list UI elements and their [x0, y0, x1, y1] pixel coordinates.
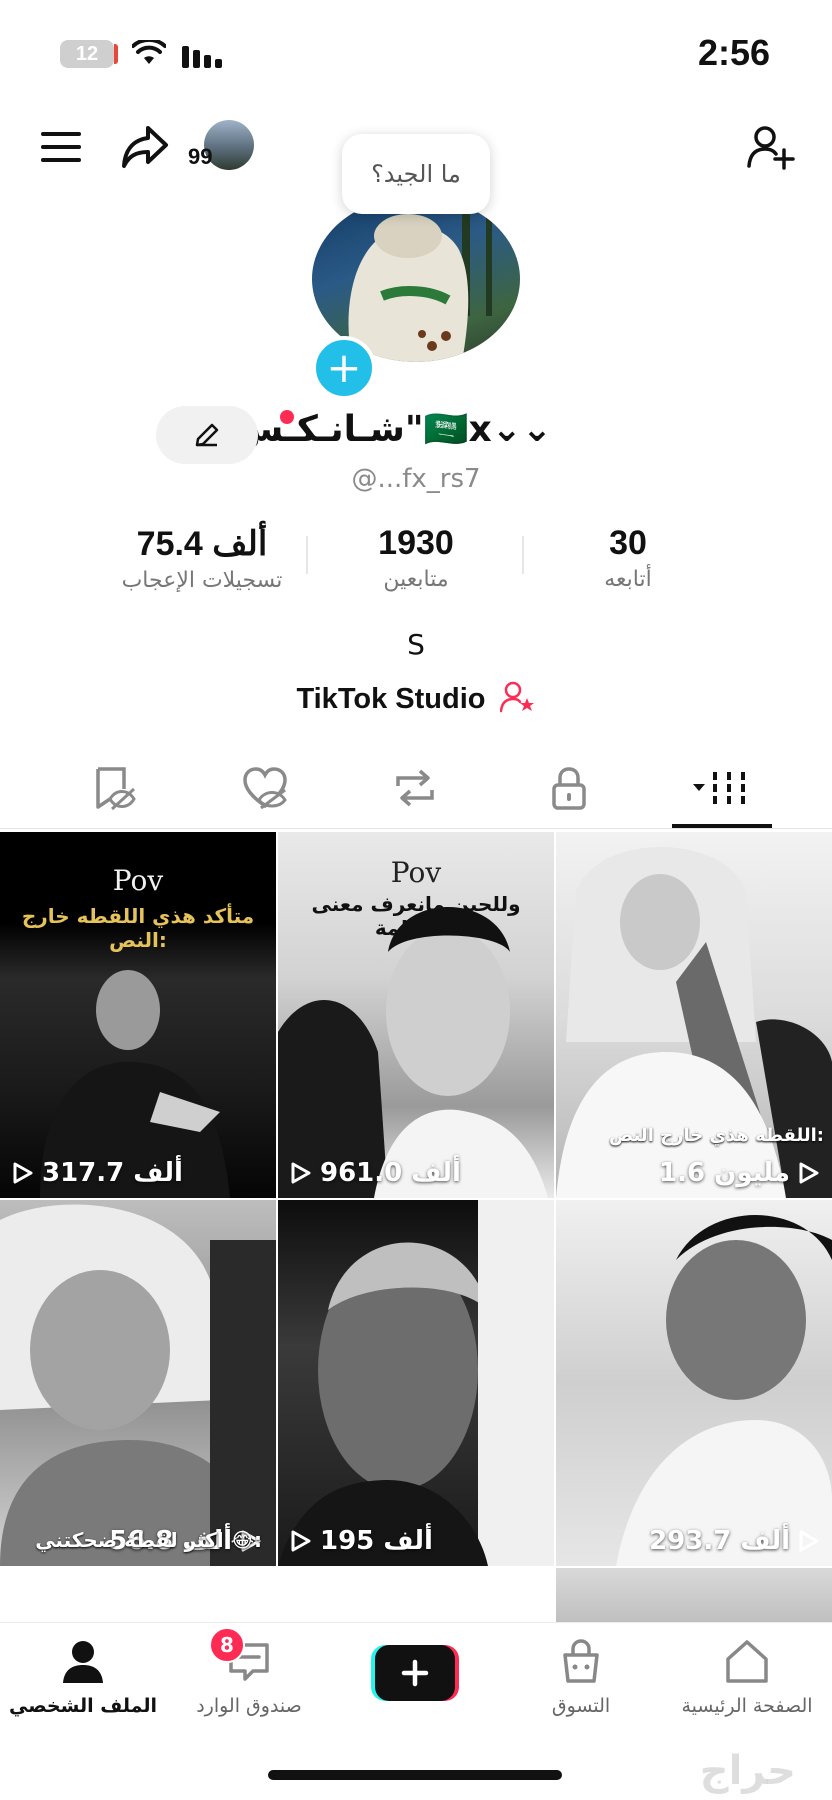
pencil-icon [195, 423, 219, 447]
video-caption-title: Pov [390, 856, 442, 889]
video-view-count: 195 ألف [290, 1526, 433, 1556]
hamburger-icon [41, 132, 81, 162]
stat-value: 75.4 ألف [136, 525, 268, 563]
watermark-logo: حراج [699, 1748, 796, 1794]
tiktok-studio-link[interactable]: TikTok Studio [0, 680, 832, 716]
add-user-icon [747, 126, 795, 170]
shopping-bag-icon [563, 1639, 599, 1683]
view-count-label: 317.7 ألف [42, 1158, 183, 1188]
home-indicator [268, 1770, 562, 1780]
video-thumbnail [616, 1215, 832, 1566]
video-tile[interactable]: 293.7 ألف [556, 1200, 832, 1566]
tab-favorites[interactable] [220, 758, 310, 818]
status-time: 2:56 [697, 32, 770, 73]
stat-value: 1930 [378, 524, 454, 562]
video-tile[interactable]: 56.8 ألف اكثر لقطة ضحكتني 😂: [0, 1200, 276, 1566]
nav-label: الصفحة الرئيسية [681, 1695, 813, 1717]
story-count: 99 [188, 144, 213, 169]
tab-private[interactable] [524, 758, 614, 818]
video-caption: اللقطه هذي خارج النص: [609, 1125, 824, 1146]
tabs-divider [0, 828, 832, 829]
battery-icon: 12 [60, 40, 114, 68]
add-story-button[interactable]: + [312, 336, 376, 400]
view-count-label: 961.0 ألف [320, 1158, 461, 1188]
battery-level: 12 [75, 42, 99, 65]
bottom-nav: الملف الشخصي 8 صندوق الوارد التسوق الصفح… [0, 1622, 832, 1763]
grid-icon [693, 772, 745, 804]
video-tile[interactable]: Pov متأكد هذي اللقطه خارج النص: 317.7 أل… [0, 832, 276, 1198]
view-count-label: 195 ألف [320, 1526, 433, 1556]
profile-handle: @...fx_rs7 [351, 464, 481, 494]
video-view-count: 1.6 مليون [659, 1158, 820, 1188]
nav-shop[interactable]: التسوق [498, 1637, 664, 1717]
person-icon [63, 1641, 103, 1683]
wifi-icon [131, 37, 167, 70]
play-icon [799, 1162, 819, 1184]
video-tile[interactable]: 195 ألف [278, 1200, 554, 1566]
tab-liked-hidden[interactable] [68, 758, 158, 818]
play-icon [291, 1162, 311, 1184]
video-view-count: 317.7 ألف [12, 1158, 183, 1188]
video-tile[interactable]: اللقطه هذي خارج النص: 1.6 مليون [556, 832, 832, 1198]
menu-button[interactable] [36, 124, 86, 170]
nav-profile[interactable]: الملف الشخصي [0, 1637, 166, 1717]
plus-icon [401, 1659, 429, 1687]
tab-reposts[interactable] [370, 758, 460, 818]
video-caption: وللحين مانعرف معنى هالكلمة: [311, 892, 521, 940]
stat-likes[interactable]: 75.4 ألف تسجيلات الإعجاب [82, 524, 322, 593]
nav-label: الملف الشخصي [8, 1695, 157, 1717]
play-icon [13, 1162, 33, 1184]
add-friend-button[interactable] [744, 120, 798, 174]
view-count-label: 293.7 ألف [649, 1526, 790, 1556]
heart-slash-icon [243, 767, 287, 810]
video-view-count: 961.0 ألف [290, 1158, 461, 1188]
battery-tip [114, 44, 118, 64]
nav-label: صندوق الوارد [196, 1695, 302, 1717]
home-icon [726, 1640, 768, 1683]
studio-label: TikTok Studio [296, 683, 486, 715]
eye-slash-icon [96, 767, 136, 811]
plus-icon: + [326, 343, 362, 392]
inbox-badge: 8 [209, 1627, 245, 1663]
stat-value: 30 [609, 524, 647, 562]
edit-profile-button[interactable] [156, 406, 258, 464]
video-view-count: 293.7 ألف [649, 1526, 820, 1556]
video-caption: متأكد هذي اللقطه خارج النص: [21, 904, 255, 952]
video-thumbnail [278, 1200, 554, 1566]
video-caption-title: Pov [112, 864, 164, 897]
video-caption: اكثر لقطة ضحكتني 😂: [35, 1528, 262, 1552]
nav-inbox[interactable]: 8 صندوق الوارد [166, 1627, 332, 1717]
stat-followers[interactable]: 1930 متابعين [296, 524, 536, 592]
nav-create[interactable] [332, 1645, 498, 1701]
stat-label: أتابعه [604, 567, 652, 592]
lock-icon [552, 767, 586, 810]
video-tile[interactable] [556, 1568, 832, 1628]
stat-following[interactable]: 30 أتابعه [508, 524, 748, 592]
stat-label: تسجيلات الإعجاب [121, 568, 283, 593]
video-thumbnail [0, 1204, 276, 1566]
profile-name: شـانـكـس"🇸🇦x⌄⌄ [233, 409, 552, 450]
profile-bio: S [407, 628, 425, 661]
stat-label: متابعين [383, 567, 449, 592]
video-tile[interactable]: Pov وللحين مانعرف معنى هالكلمة: 961.0 أل… [278, 832, 554, 1198]
share-icon [122, 126, 168, 168]
signal-icon [182, 42, 226, 72]
play-icon [799, 1530, 819, 1552]
status-tooltip[interactable]: ما الجيد؟ [342, 134, 490, 214]
share-button[interactable] [118, 122, 172, 172]
creator-star-icon [499, 681, 534, 713]
tab-videos[interactable] [676, 758, 766, 818]
play-icon [291, 1530, 311, 1552]
view-count-label: 1.6 مليون [659, 1158, 790, 1188]
story-avatar-button[interactable]: 99 [188, 120, 258, 176]
nav-home[interactable]: الصفحة الرئيسية [664, 1637, 830, 1717]
repost-icon [396, 769, 434, 807]
nav-label: التسوق [551, 1695, 611, 1717]
